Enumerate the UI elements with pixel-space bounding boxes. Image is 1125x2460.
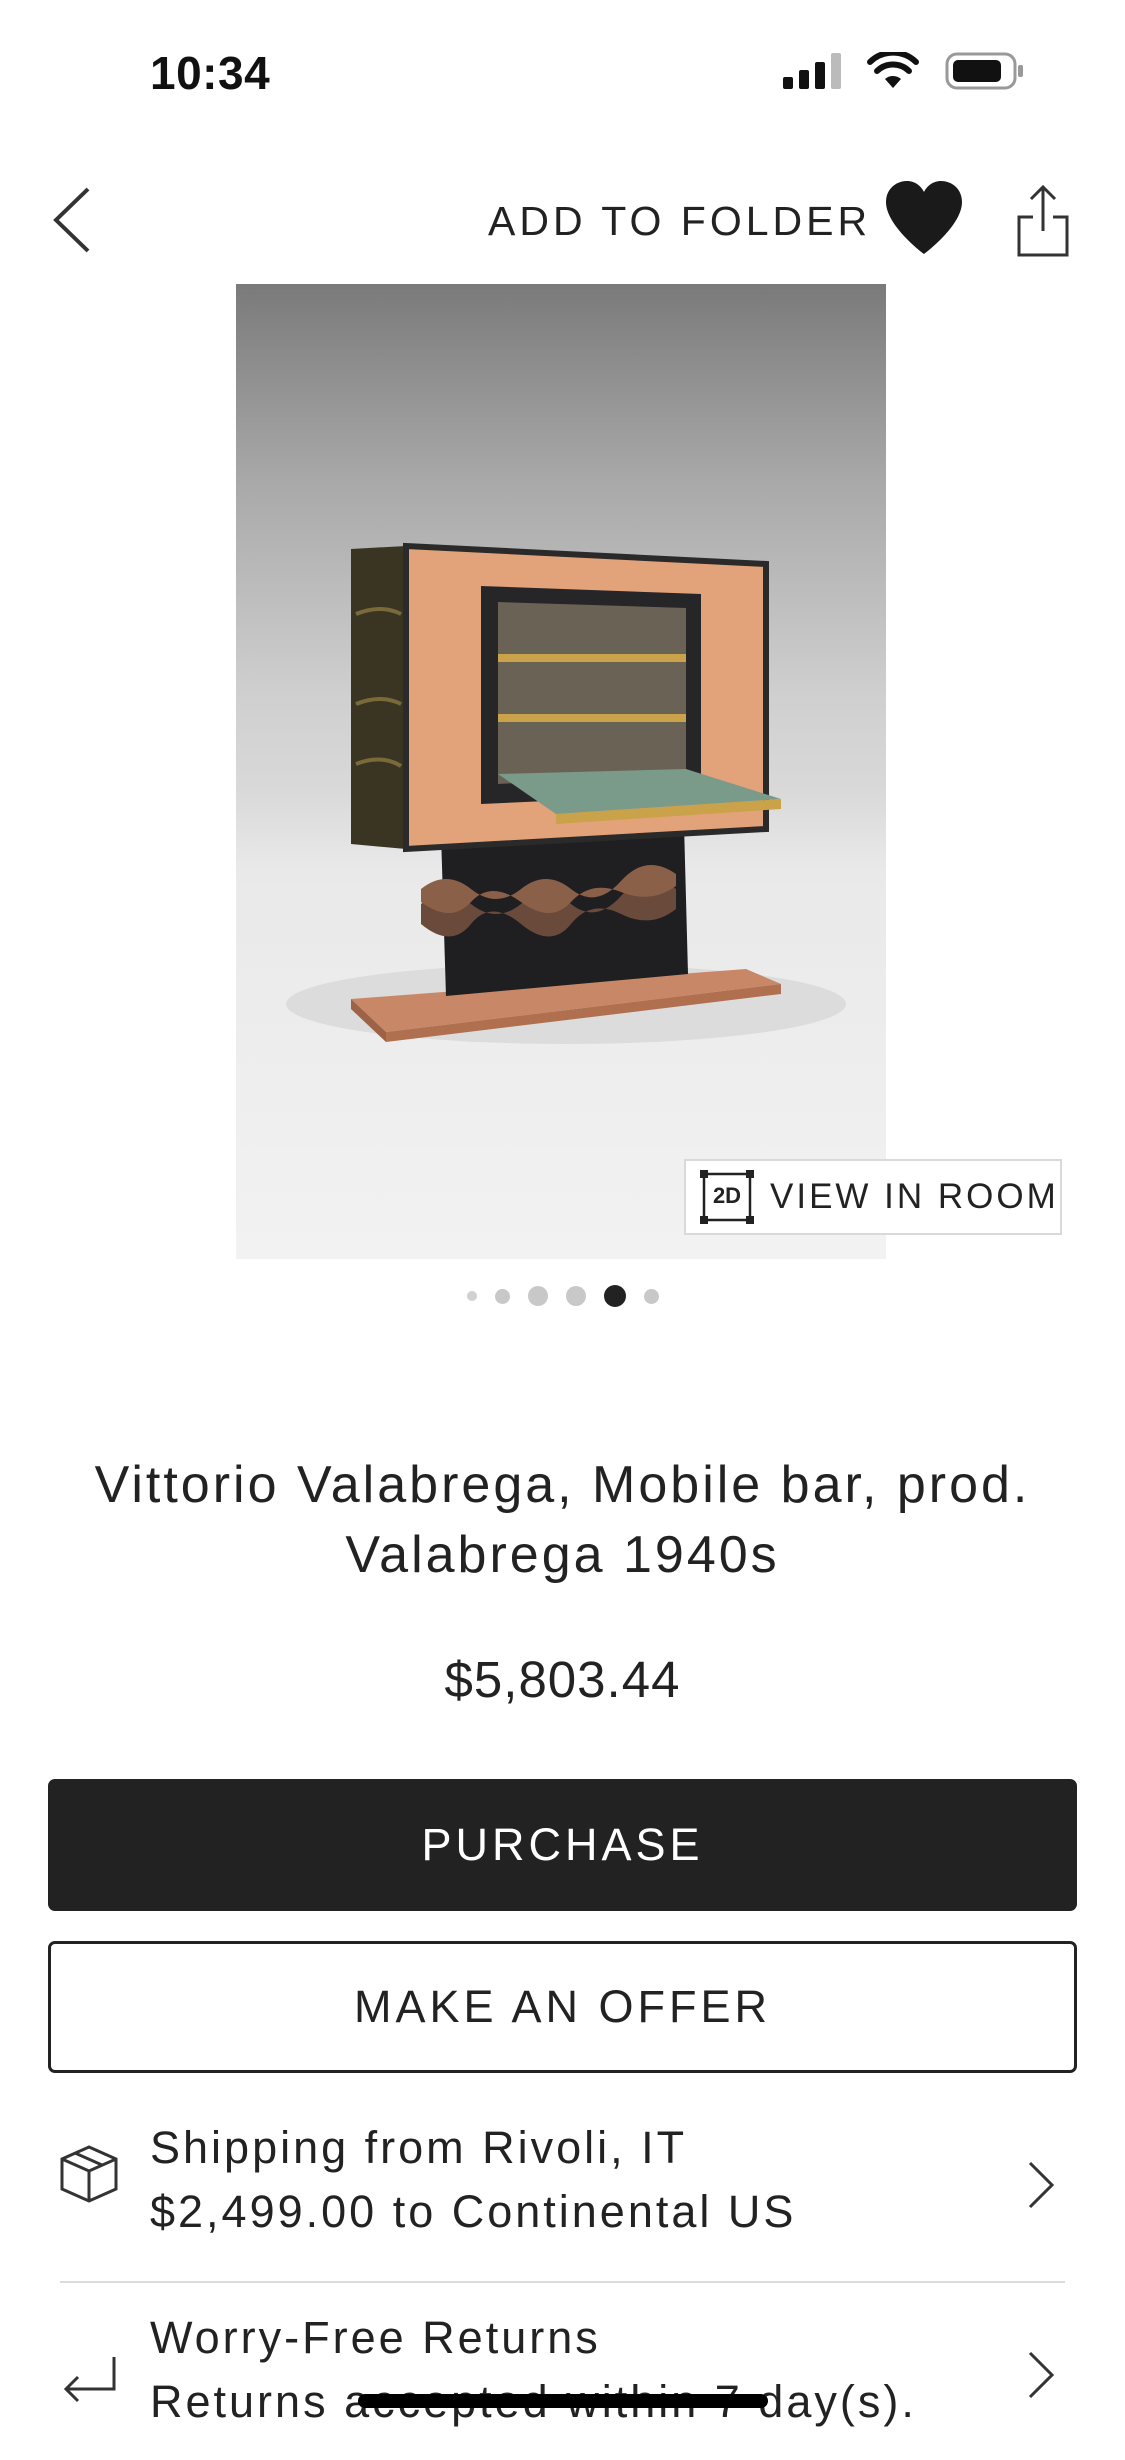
share-icon[interactable]	[1015, 183, 1071, 259]
divider	[60, 2281, 1065, 2283]
back-chevron-icon[interactable]	[48, 185, 98, 255]
pager-dot-3[interactable]	[527, 1286, 548, 1306]
purchase-button[interactable]: PURCHASE	[48, 1779, 1077, 1911]
2d-frame-icon: 2D	[700, 1170, 754, 1224]
home-indicator[interactable]	[358, 2394, 768, 2408]
pager-dot-4[interactable]	[565, 1286, 586, 1306]
2d-badge-text: 2D	[712, 1183, 742, 1208]
product-title: Vittorio Valabrega, Mobile bar, prod. Va…	[94, 1456, 1031, 1584]
product-image[interactable]	[236, 284, 886, 1259]
returns-row[interactable]: Worry-Free Returns Returns accepted with…	[0, 2290, 1125, 2460]
product-price: $5,803.44	[444, 1651, 681, 1708]
view-in-room-button[interactable]: 2D VIEW IN ROOM	[684, 1159, 1062, 1235]
shipping-subtitle: $2,499.00 to Continental US	[150, 2186, 797, 2237]
signal-icon	[783, 53, 841, 89]
heart-icon[interactable]	[884, 180, 964, 256]
add-to-folder-button[interactable]: ADD TO FOLDER	[488, 198, 871, 245]
pager-dot-2[interactable]	[494, 1288, 510, 1304]
mobile-bar-illustration	[286, 542, 846, 1044]
make-offer-button[interactable]: MAKE AN OFFER	[48, 1941, 1077, 2073]
wifi-icon	[867, 52, 919, 88]
pager-dot-1[interactable]	[466, 1291, 477, 1301]
returns-title: Worry-Free Returns	[150, 2312, 601, 2363]
pager-dot-5-active[interactable]	[603, 1285, 626, 1307]
image-pager-dots[interactable]	[0, 1285, 1125, 1307]
view-in-room-label: VIEW IN ROOM	[770, 1177, 1059, 1216]
chevron-right-icon	[1028, 2161, 1055, 2209]
chevron-right-icon	[1028, 2351, 1055, 2399]
status-icons	[783, 52, 1025, 90]
return-arrow-icon	[63, 2357, 116, 2403]
pager-dot-6[interactable]	[643, 1288, 659, 1304]
shipping-title: Shipping from Rivoli, IT	[150, 2122, 688, 2173]
status-time: 10:34	[150, 47, 271, 99]
battery-icon	[945, 52, 1023, 90]
box-icon	[60, 2145, 118, 2203]
shipping-row[interactable]: Shipping from Rivoli, IT $2,499.00 to Co…	[0, 2100, 1125, 2270]
